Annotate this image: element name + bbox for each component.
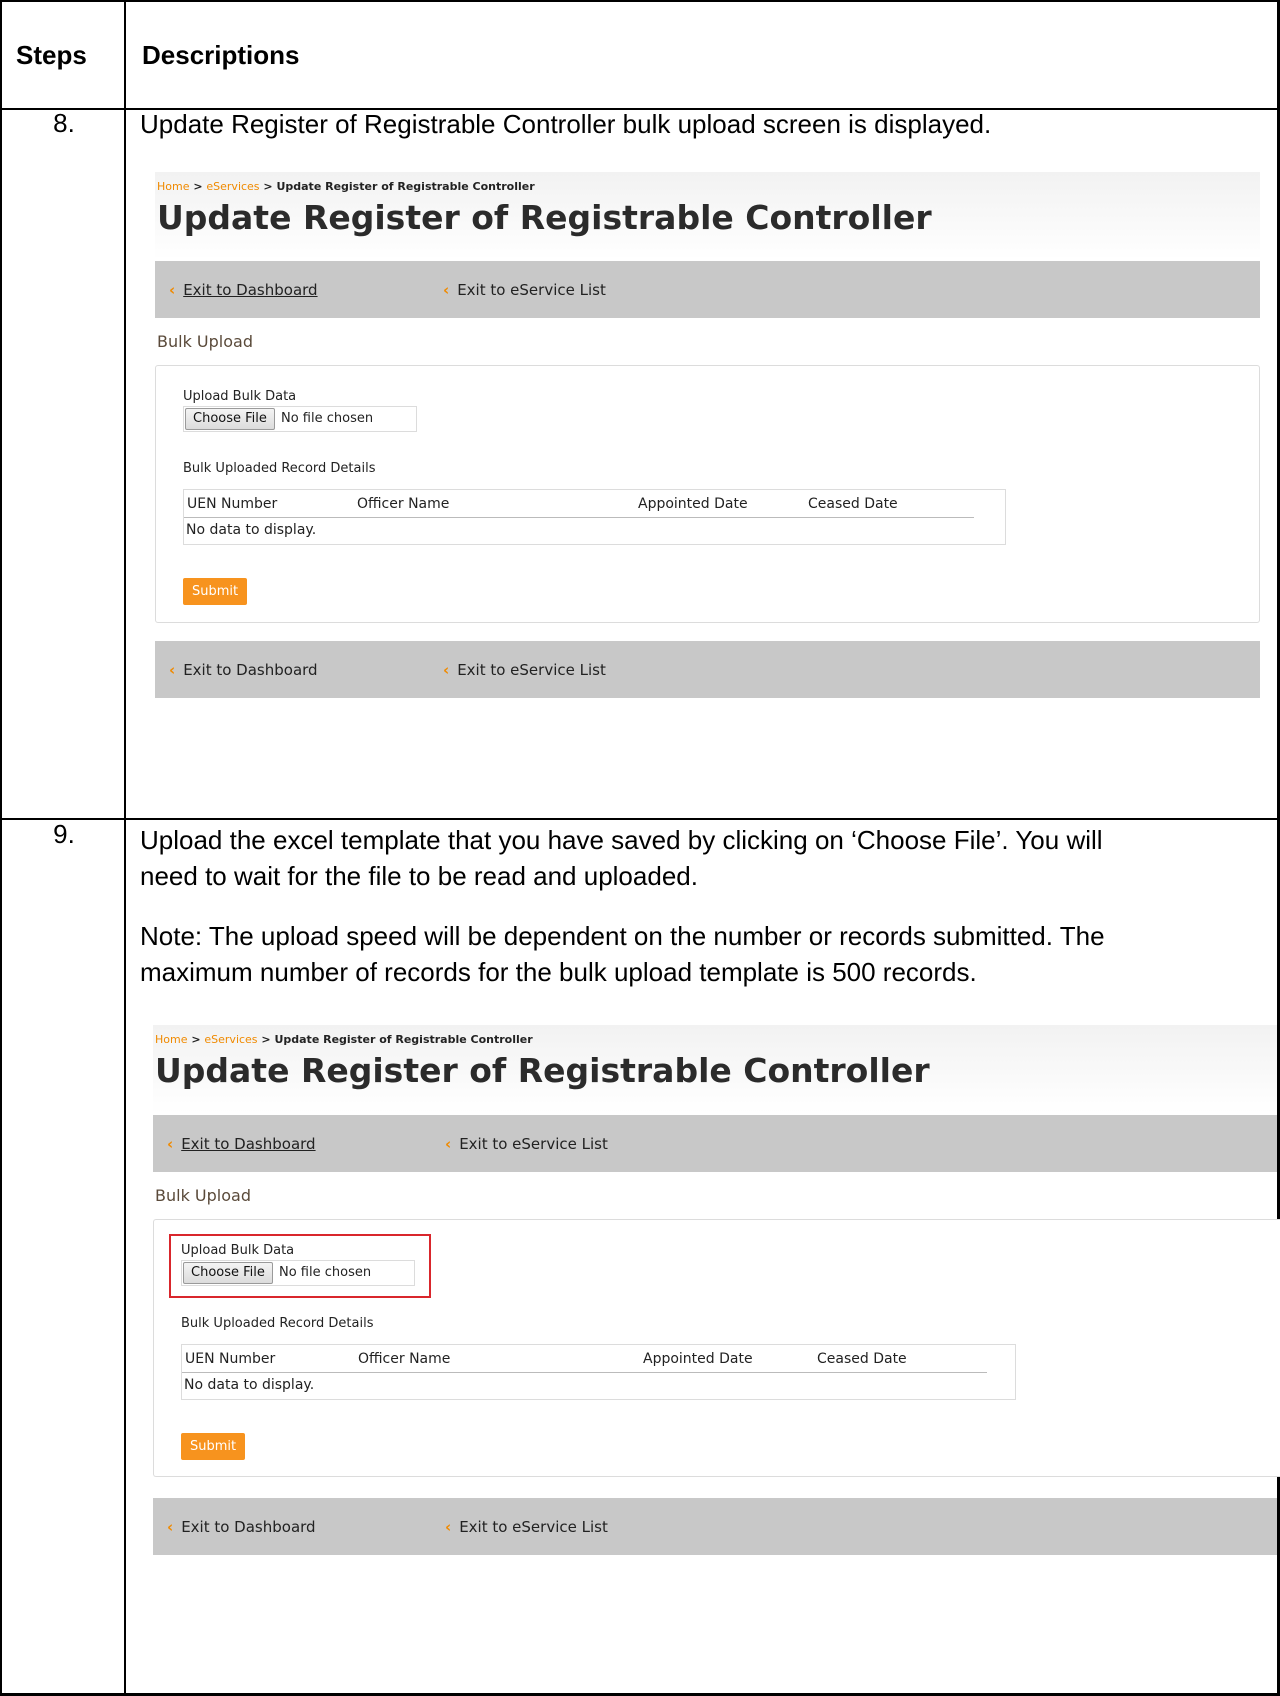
bulk-upload-panel: Upload Bulk Data Choose File No file cho… xyxy=(153,1219,1280,1477)
description-line: Update Register of Registrable Controlle… xyxy=(140,109,992,139)
exit-to-dashboard-link[interactable]: ‹ Exit to Dashboard xyxy=(167,1135,316,1153)
breadcrumb-separator: > xyxy=(263,180,273,193)
records-table: UEN Number Officer Name Appointed Date C… xyxy=(181,1344,1016,1400)
exit-to-dashboard-link[interactable]: ‹ Exit to Dashboard xyxy=(167,1518,316,1536)
header-steps: Steps xyxy=(16,40,87,70)
breadcrumb-home-link[interactable]: Home xyxy=(157,180,189,193)
step-number: 9. xyxy=(53,819,75,849)
chevron-left-icon: ‹ xyxy=(443,661,450,679)
table-border-top xyxy=(0,0,1280,2)
bottom-nav-bar: ‹ Exit to Dashboard ‹ Exit to eService Lis… xyxy=(153,1498,1277,1555)
column-header: UEN Number xyxy=(185,1351,276,1367)
page-header: Home > eServices > Update Register of Re… xyxy=(155,172,1260,260)
choose-file-button[interactable]: Choose File xyxy=(185,408,275,430)
chevron-left-icon: ‹ xyxy=(169,281,176,299)
header-descriptions: Descriptions xyxy=(142,40,300,70)
breadcrumb-separator: > xyxy=(191,1033,201,1046)
column-header: Appointed Date xyxy=(643,1351,753,1367)
step-description: Update Register of Registrable Controlle… xyxy=(140,106,991,142)
column-divider xyxy=(124,0,126,1696)
column-header: Ceased Date xyxy=(817,1351,907,1367)
step-note: Note: The upload speed will be dependent… xyxy=(140,918,1105,990)
top-nav-bar: ‹ Exit to Dashboard ‹ Exit to eService Lis… xyxy=(155,261,1260,318)
chevron-left-icon: ‹ xyxy=(445,1518,452,1536)
screenshot-bulk-upload: Home > eServices > Update Register of Re… xyxy=(155,172,1260,699)
top-nav-bar: ‹ Exit to Dashboard ‹ Exit to eService Lis… xyxy=(153,1115,1277,1172)
exit-to-eservice-list-link[interactable]: ‹ Exit to eService List xyxy=(445,1518,608,1536)
breadcrumb: Home > eServices > Update Register of Re… xyxy=(157,180,535,193)
screenshot-bulk-upload-highlighted: Home > eServices > Update Register of Re… xyxy=(153,1025,1280,1557)
records-label: Bulk Uploaded Record Details xyxy=(181,1316,374,1331)
section-title: Bulk Upload xyxy=(157,332,253,351)
breadcrumb-current: Update Register of Registrable Controlle… xyxy=(276,180,535,193)
section-title: Bulk Upload xyxy=(155,1186,251,1205)
breadcrumb-eservices-link[interactable]: eServices xyxy=(206,180,259,193)
breadcrumb-home-link[interactable]: Home xyxy=(155,1033,187,1046)
submit-button[interactable]: Submit xyxy=(181,1433,246,1460)
chevron-left-icon: ‹ xyxy=(169,661,176,679)
breadcrumb-current: Update Register of Registrable Controlle… xyxy=(274,1033,533,1046)
submit-button[interactable]: Submit xyxy=(183,578,248,605)
chevron-left-icon: ‹ xyxy=(443,281,450,299)
step-description: Upload the excel template that you have … xyxy=(140,822,1103,894)
breadcrumb-eservices-link[interactable]: eServices xyxy=(204,1033,257,1046)
header-underline xyxy=(184,517,974,518)
instruction-table: Steps Descriptions 8. Update Register of… xyxy=(0,0,1280,1696)
exit-to-dashboard-link[interactable]: ‹ Exit to Dashboard xyxy=(169,661,318,679)
exit-to-eservice-list-link[interactable]: ‹ Exit to eService List xyxy=(445,1135,608,1153)
header-underline xyxy=(182,1372,987,1373)
empty-message: No data to display. xyxy=(186,522,317,538)
column-header: Appointed Date xyxy=(638,496,748,512)
description-line: need to wait for the file to be read and… xyxy=(140,861,698,891)
breadcrumb: Home > eServices > Update Register of Re… xyxy=(155,1033,533,1046)
note-line: maximum number of records for the bulk u… xyxy=(140,957,977,987)
column-header: Officer Name xyxy=(357,496,450,512)
exit-to-eservice-list-link[interactable]: ‹ Exit to eService List xyxy=(443,661,606,679)
highlight-box xyxy=(169,1234,431,1298)
breadcrumb-separator: > xyxy=(193,180,203,193)
empty-message: No data to display. xyxy=(184,1377,315,1393)
description-line: Upload the excel template that you have … xyxy=(140,825,1103,855)
column-header: Officer Name xyxy=(358,1351,451,1367)
chevron-left-icon: ‹ xyxy=(167,1135,174,1153)
column-header: Ceased Date xyxy=(808,496,898,512)
exit-to-dashboard-link[interactable]: ‹ Exit to Dashboard xyxy=(169,281,318,299)
file-status: No file chosen xyxy=(281,411,374,426)
column-header: UEN Number xyxy=(187,496,278,512)
chevron-left-icon: ‹ xyxy=(445,1135,452,1153)
page-title: Update Register of Registrable Controlle… xyxy=(157,198,932,237)
bottom-nav-bar: ‹ Exit to Dashboard ‹ Exit to eService Lis… xyxy=(155,641,1260,698)
file-input[interactable]: Choose File No file chosen xyxy=(183,406,417,432)
table-border-left xyxy=(0,0,2,1696)
row-divider xyxy=(0,818,1280,820)
bulk-upload-panel: Upload Bulk Data Choose File No file cho… xyxy=(155,365,1260,623)
upload-label: Upload Bulk Data xyxy=(183,389,297,404)
exit-to-eservice-list-link[interactable]: ‹ Exit to eService List xyxy=(443,281,606,299)
note-line: Note: The upload speed will be dependent… xyxy=(140,921,1105,951)
step-number: 8. xyxy=(53,108,75,138)
breadcrumb-separator: > xyxy=(261,1033,271,1046)
page-title: Update Register of Registrable Controlle… xyxy=(155,1051,930,1090)
records-table: UEN Number Officer Name Appointed Date C… xyxy=(183,489,1006,545)
chevron-left-icon: ‹ xyxy=(167,1518,174,1536)
records-label: Bulk Uploaded Record Details xyxy=(183,461,376,476)
page-header: Home > eServices > Update Register of Re… xyxy=(153,1025,1277,1113)
